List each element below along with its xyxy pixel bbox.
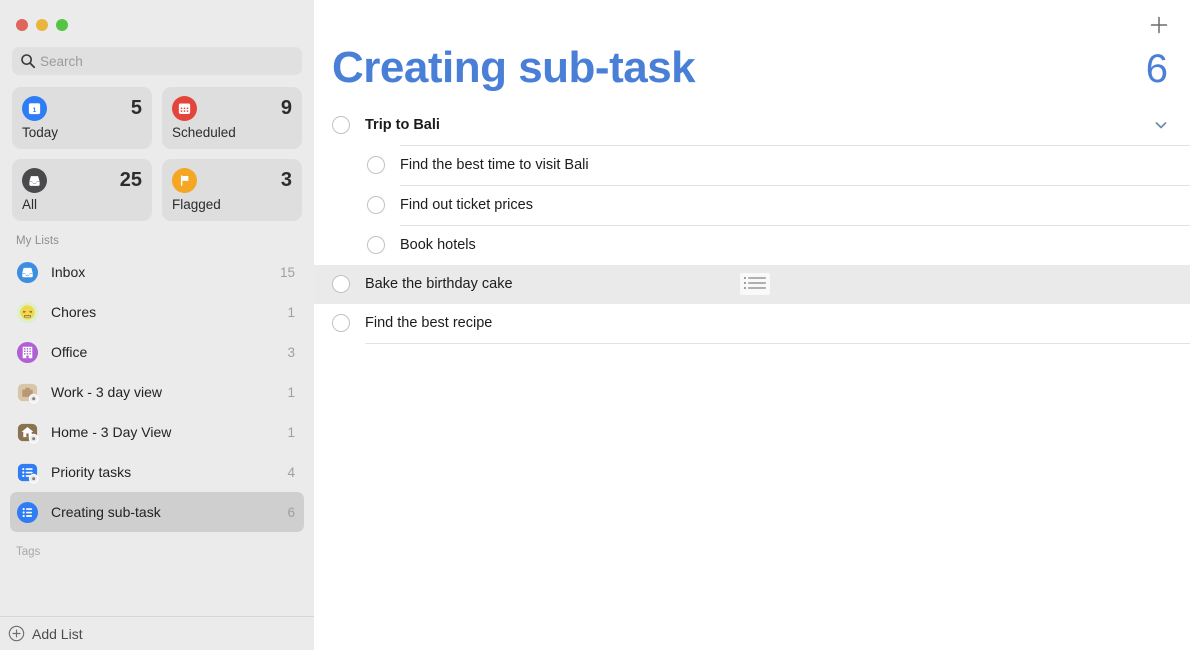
smart-list-scheduled[interactable]: 9 Scheduled: [162, 87, 302, 149]
tags-header: Tags: [0, 532, 314, 558]
task-row[interactable]: Book hotels: [314, 226, 1190, 265]
task-row[interactable]: Bake the birthday cake: [314, 265, 1190, 304]
sidebar-item-count: 1: [287, 385, 295, 400]
plus-icon: [1148, 14, 1170, 36]
chevron-down-icon: [1153, 117, 1169, 133]
inbox-icon: [16, 261, 39, 284]
flagged-card-top: 3: [172, 167, 292, 193]
list-bullet-icon: [16, 461, 39, 484]
sidebar-item-inbox[interactable]: Inbox 15: [10, 252, 304, 292]
task-title: Book hotels: [400, 226, 1172, 265]
calendar-icon: [172, 96, 197, 121]
sidebar-item-count: 3: [287, 345, 295, 360]
tasks-container: Trip to Bali Find the best time to visit…: [314, 106, 1190, 344]
my-lists-header: My Lists: [0, 221, 314, 252]
sidebar-item-label: Creating sub-task: [51, 504, 279, 520]
task-complete-circle[interactable]: [367, 196, 385, 214]
search-container: [0, 40, 314, 75]
task-row[interactable]: Find the best time to visit Bali: [314, 146, 1190, 185]
reminders-window: 1 5 Today: [0, 0, 1190, 650]
sidebar-item-label: Work - 3 day view: [51, 384, 279, 400]
add-list-label: Add List: [32, 626, 83, 642]
task-title: Trip to Bali: [365, 106, 1150, 145]
today-count: 5: [131, 98, 142, 118]
flagged-label: Flagged: [172, 198, 292, 213]
sidebar-item-chores[interactable]: Chores 1: [10, 292, 304, 332]
svg-text:1: 1: [33, 106, 37, 113]
sidebar-item-label: Home - 3 Day View: [51, 424, 279, 440]
smart-list-all[interactable]: 25 All: [12, 159, 152, 221]
task-complete-circle[interactable]: [367, 156, 385, 174]
inbox-tray-icon: [22, 168, 47, 193]
page-title: Creating sub-task: [332, 44, 695, 92]
sidebar-item-count: 1: [287, 305, 295, 320]
briefcase-icon: [16, 381, 39, 404]
list-bullet-icon: [16, 501, 39, 524]
task-title: Find out ticket prices: [400, 186, 1172, 225]
task-list-pane: Creating sub-task 6 Trip to Bali: [314, 0, 1190, 650]
sidebar-item-label: Priority tasks: [51, 464, 279, 480]
today-label: Today: [22, 126, 142, 141]
sidebar-item-priority-tasks[interactable]: Priority tasks 4: [10, 452, 304, 492]
flagged-count: 3: [281, 170, 292, 190]
sidebar-spacer: [0, 558, 314, 616]
sidebar-item-count: 15: [280, 265, 295, 280]
task-title: Find the best recipe: [365, 304, 1172, 343]
calendar-today-icon: 1: [22, 96, 47, 121]
search-icon: [20, 53, 36, 69]
sidebar: 1 5 Today: [0, 0, 314, 650]
task-complete-circle[interactable]: [332, 314, 350, 332]
smart-list-flagged[interactable]: 3 Flagged: [162, 159, 302, 221]
all-card-top: 25: [22, 167, 142, 193]
sidebar-item-creating-sub-task[interactable]: Creating sub-task 6: [10, 492, 304, 532]
sidebar-item-count: 6: [287, 505, 295, 520]
scheduled-card-top: 9: [172, 95, 292, 121]
task-title: Bake the birthday cake: [365, 265, 1172, 304]
list-item-count: 6: [1146, 48, 1168, 91]
task-complete-circle[interactable]: [332, 275, 350, 293]
smart-list-today[interactable]: 1 5 Today: [12, 87, 152, 149]
row-separator: [365, 343, 1190, 344]
add-list-button[interactable]: Add List: [0, 616, 314, 650]
collapse-toggle-button[interactable]: [1150, 114, 1172, 136]
user-lists: Inbox 15 Chores 1: [0, 252, 314, 532]
sidebar-item-label: Chores: [51, 304, 279, 320]
all-label: All: [22, 198, 142, 213]
today-card-top: 1 5: [22, 95, 142, 121]
emoji-face-icon: [16, 301, 39, 324]
scheduled-label: Scheduled: [172, 126, 292, 141]
maximize-window-button[interactable]: [56, 19, 68, 31]
sidebar-item-count: 1: [287, 425, 295, 440]
list-header: Creating sub-task 6: [314, 0, 1190, 92]
sidebar-item-work-3-day-view[interactable]: Work - 3 day view 1: [10, 372, 304, 412]
all-count: 25: [120, 170, 142, 190]
task-title: Find the best time to visit Bali: [400, 146, 1172, 185]
task-group-trip-to-bali: Trip to Bali Find the best time to visit…: [314, 106, 1190, 265]
minimize-window-button[interactable]: [36, 19, 48, 31]
plus-circle-icon: [8, 625, 25, 642]
sidebar-item-home-3-day-view[interactable]: Home - 3 Day View 1: [10, 412, 304, 452]
window-controls: [0, 0, 314, 40]
task-complete-circle[interactable]: [332, 116, 350, 134]
sidebar-item-label: Office: [51, 344, 279, 360]
task-row[interactable]: Trip to Bali: [314, 106, 1190, 145]
flag-icon: [172, 168, 197, 193]
smart-lists-grid: 1 5 Today: [0, 75, 314, 221]
close-window-button[interactable]: [16, 19, 28, 31]
office-building-icon: [16, 341, 39, 364]
task-row[interactable]: Find the best recipe: [314, 304, 1190, 343]
sidebar-item-office[interactable]: Office 3: [10, 332, 304, 372]
sidebar-item-label: Inbox: [51, 264, 272, 280]
sidebar-item-count: 4: [287, 465, 295, 480]
task-complete-circle[interactable]: [367, 236, 385, 254]
house-icon: [16, 421, 39, 444]
add-task-button[interactable]: [1146, 12, 1172, 38]
scheduled-count: 9: [281, 98, 292, 118]
search-input[interactable]: [40, 48, 294, 74]
search-box[interactable]: [12, 47, 302, 75]
task-row[interactable]: Find out ticket prices: [314, 186, 1190, 225]
